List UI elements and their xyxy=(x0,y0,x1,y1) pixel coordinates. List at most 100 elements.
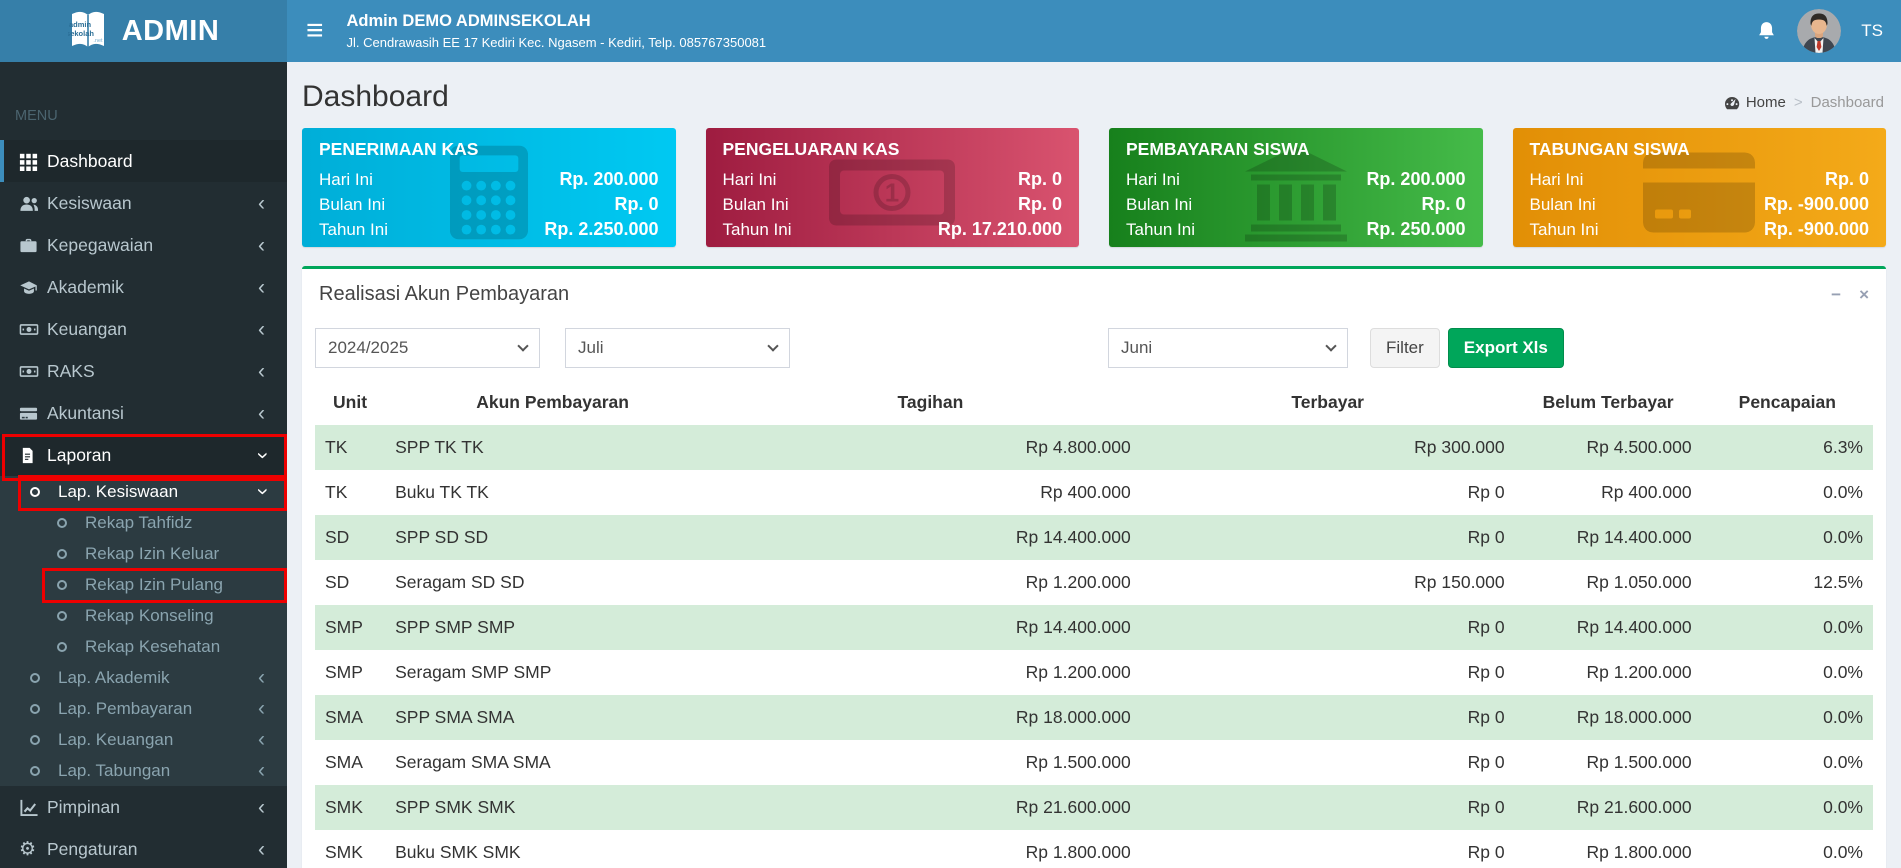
sidebar-toggle-icon[interactable]: ≡ xyxy=(287,0,343,62)
cell-unit: TK xyxy=(325,437,348,457)
cell-belum-terbayar: Rp 4.500.000 xyxy=(1586,437,1692,457)
month-end-select[interactable]: Juni xyxy=(1108,328,1348,368)
filter-button[interactable]: Filter xyxy=(1370,328,1440,368)
cell-belum-terbayar: Rp 1.800.000 xyxy=(1586,842,1692,862)
info-box-period-label: Hari Ini xyxy=(722,170,777,189)
cell-tagihan: Rp 1.200.000 xyxy=(1025,662,1131,682)
month-start-select-value: Juli xyxy=(578,338,604,357)
sidebar-item-kepegawaian[interactable]: Kepegawaian ‹ xyxy=(0,224,287,266)
sidebar-item-laporan[interactable]: Laporan ‹ xyxy=(0,434,287,476)
sidebar-item-pimpinan[interactable]: Pimpinan ‹ xyxy=(0,786,287,828)
chevron-left-icon: ‹ xyxy=(258,837,265,861)
close-icon[interactable]: × xyxy=(1859,285,1869,305)
year-select[interactable]: 2024/2025 xyxy=(315,328,540,368)
chevron-down-icon xyxy=(767,340,779,352)
info-box-row: Hari Ini Rp. 0 xyxy=(1530,167,1870,192)
cell-akun-pembayaran: Seragam SMA SMA xyxy=(395,752,551,772)
app-logo[interactable]: admin sekolah .net ADMIN xyxy=(0,0,287,62)
sidebar-item-label: Lap. Pembayaran xyxy=(58,698,193,718)
info-box-tabungan-siswa: TABUNGAN SISWA Hari Ini Rp. 0 Bulan Ini Rp. … xyxy=(1512,128,1886,247)
line-chart-icon xyxy=(19,798,47,817)
circle-o-icon xyxy=(57,579,85,590)
cell-tagihan: Rp 14.400.000 xyxy=(1015,617,1131,637)
cell-akun-pembayaran: SPP SMP SMP xyxy=(395,617,516,637)
info-box-value: Rp. -900.000 xyxy=(1763,219,1869,239)
info-box-value: Rp. 0 xyxy=(1824,169,1869,189)
table-body: TK SPP TK TK Rp 4.800.000 Rp 300.000 Rp 4.50… xyxy=(315,425,1873,868)
notifications-bell-icon[interactable] xyxy=(1756,20,1777,42)
table-row: SMP Seragam SMP SMP Rp 1.200.000 Rp 0 Rp 1.2… xyxy=(315,650,1873,695)
sidebar-item-rekap-konseling[interactable]: Rekap Konseling xyxy=(0,600,287,631)
sidebar-item-rekap-izin-keluar[interactable]: Rekap Izin Keluar xyxy=(0,538,287,569)
table-row: TK Buku TK TK Rp 400.000 Rp 0 Rp 400.000 0.0% xyxy=(315,470,1873,515)
month-end-select-value: Juni xyxy=(1121,338,1153,357)
cell-unit: SMA xyxy=(325,707,363,727)
chevron-left-icon: ‹ xyxy=(258,191,265,215)
table-header-row: Unit Akun Pembayaran Tagihan Terbayar Belum … xyxy=(315,388,1873,425)
export-xls-button[interactable]: Export Xls xyxy=(1447,328,1564,368)
sidebar-item-keuangan[interactable]: Keuangan ‹ xyxy=(0,308,287,350)
sidebar-item-rekap-kesehatan[interactable]: Rekap Kesehatan xyxy=(0,631,287,662)
money-icon xyxy=(19,320,47,339)
cell-tagihan: Rp 1.200.000 xyxy=(1025,572,1131,592)
column-header-unit: Unit xyxy=(333,392,368,412)
sidebar-item-raks[interactable]: RAKS ‹ xyxy=(0,350,287,392)
sidebar-item-label: Laporan xyxy=(47,444,112,465)
info-boxes-row: PENERIMAAN KAS Hari Ini Rp. 200.000 Bulan I… xyxy=(302,128,1886,247)
sidebar-item-lap-kesiswaan[interactable]: Lap. Kesiswaan ‹ xyxy=(0,476,287,507)
chevron-down-icon xyxy=(517,340,529,352)
cell-akun-pembayaran: SPP SD SD xyxy=(395,527,489,547)
sidebar-item-kesiswaan[interactable]: Kesiswaan ‹ xyxy=(0,182,287,224)
users-icon xyxy=(19,194,47,213)
sidebar-item-lap-tabungan[interactable]: Lap. Tabungan ‹ xyxy=(0,755,287,786)
info-box-value: Rp. 200.000 xyxy=(1366,169,1466,189)
cell-unit: SMK xyxy=(325,797,363,817)
sidebar-item-lap-keuangan[interactable]: Lap. Keuangan ‹ xyxy=(0,724,287,755)
sidebar-item-lap-akademik[interactable]: Lap. Akademik ‹ xyxy=(0,662,287,693)
sidebar-item-rekap-tahfidz[interactable]: Rekap Tahfidz xyxy=(0,507,287,538)
cell-akun-pembayaran: SPP SMK SMK xyxy=(395,797,516,817)
chevron-down-icon xyxy=(1325,340,1337,352)
table-row: SMA Seragam SMA SMA Rp 1.500.000 Rp 0 Rp 1.5… xyxy=(315,740,1873,785)
sidebar-item-label: Rekap Konseling xyxy=(85,605,214,625)
sidebar-item-rekap-izin-pulang[interactable]: Rekap Izin Pulang xyxy=(0,569,287,600)
collapse-icon[interactable]: − xyxy=(1831,285,1841,305)
main-content: Dashboard Home > Dashboard PENERIMAAN KA… xyxy=(287,62,1901,868)
info-box-value: Rp. 2.250.000 xyxy=(544,219,659,239)
cell-akun-pembayaran: Buku SMK SMK xyxy=(395,842,521,862)
sidebar-item-pengaturan[interactable]: ⚙ Pengaturan ‹ xyxy=(0,828,287,868)
cell-terbayar: Rp 0 xyxy=(1467,707,1505,727)
info-box-row: Tahun Ini Rp. 17.210.000 xyxy=(723,217,1063,242)
info-box-title: PENERIMAAN KAS xyxy=(319,139,479,159)
navbar-right: TS xyxy=(1756,0,1883,62)
info-box-period-label: Hari Ini xyxy=(1126,170,1180,189)
breadcrumb-home-link[interactable]: Home xyxy=(1724,94,1786,111)
cell-belum-terbayar: Rp 14.400.000 xyxy=(1576,617,1692,637)
sidebar-item-lap-pembayaran[interactable]: Lap. Pembayaran ‹ xyxy=(0,693,287,724)
chevron-left-icon: ‹ xyxy=(258,697,265,720)
cell-belum-terbayar: Rp 1.500.000 xyxy=(1586,752,1692,772)
breadcrumb-home-label: Home xyxy=(1745,94,1786,111)
month-start-select[interactable]: Juli xyxy=(565,328,790,368)
brand-logo-line2: sekolah xyxy=(68,29,94,38)
user-avatar[interactable] xyxy=(1797,9,1842,53)
chevron-left-icon: ‹ xyxy=(258,728,265,751)
brand-logo-suffix: .net xyxy=(93,38,103,44)
sidebar-item-label: Dashboard xyxy=(47,150,133,171)
cell-pencapaian: 0.0% xyxy=(1823,842,1863,862)
sidebar-item-label: Rekap Kesehatan xyxy=(85,636,221,656)
money-icon xyxy=(19,362,47,381)
circle-o-icon xyxy=(30,703,58,714)
info-box-period-label: Bulan Ini xyxy=(1529,195,1596,214)
cell-terbayar: Rp 150.000 xyxy=(1414,572,1505,592)
info-box-period-label: Bulan Ini xyxy=(319,195,386,214)
cell-unit: SD xyxy=(325,572,350,592)
info-box-row: Bulan Ini Rp. -900.000 xyxy=(1530,192,1870,217)
page-title: Dashboard xyxy=(302,80,449,113)
table-row: SMP SPP SMP SMP Rp 14.400.000 Rp 0 Rp 14.400… xyxy=(315,605,1873,650)
cell-terbayar: Rp 0 xyxy=(1467,662,1505,682)
sidebar-item-akademik[interactable]: Akademik ‹ xyxy=(0,266,287,308)
sidebar-item-akuntansi[interactable]: Akuntansi ‹ xyxy=(0,392,287,434)
sidebar-item-dashboard[interactable]: Dashboard xyxy=(0,140,287,182)
info-box-period-label: Hari Ini xyxy=(319,170,373,189)
